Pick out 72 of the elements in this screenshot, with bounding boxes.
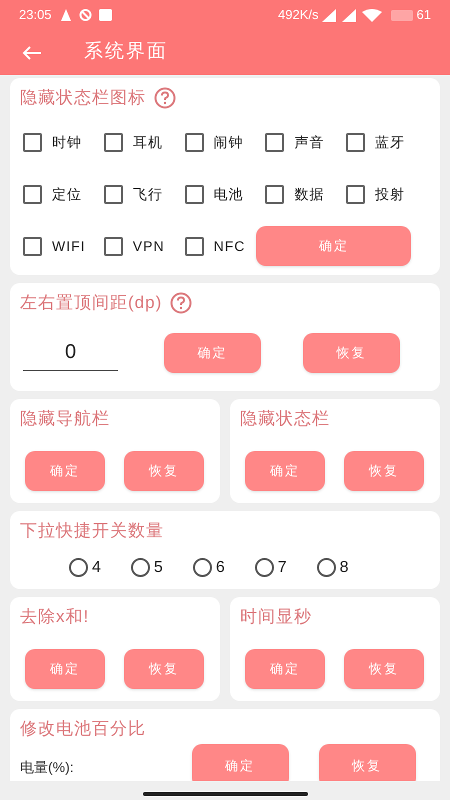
radio-button[interactable] [69,558,88,577]
section-title: 隐藏导航栏 [20,408,110,430]
radio-button[interactable] [130,558,150,577]
checkbox[interactable] [23,236,42,256]
checkbox-label: 定位 [52,184,82,204]
checkbox-label: VPN [132,236,165,256]
section-title: 时间显秒 [240,606,312,628]
number-field[interactable]: 0 [23,335,118,371]
radio-button[interactable] [192,558,212,577]
checkbox-label: 电池 [214,184,244,204]
triangle-icon [60,8,72,22]
checkbox[interactable] [184,132,204,152]
checkbox-label: 声音 [294,132,324,152]
checkbox-label: 时钟 [52,132,82,152]
checkbox-label: 投射 [375,184,406,204]
confirm-button[interactable]: 确定 [25,451,105,491]
confirm-button[interactable]: 确定 [245,649,325,689]
battery-icon [390,10,413,20]
help-icon[interactable] [170,292,192,314]
checkbox[interactable] [23,132,42,152]
confirm-button[interactable]: 恢复 [344,451,424,491]
checkbox[interactable] [104,184,123,204]
checkbox[interactable] [346,132,366,152]
confirm-button[interactable]: 确定 [192,744,289,781]
app-notification-icon [98,8,112,22]
field-label: 电量(%): [20,758,74,777]
radio-label: 5 [154,558,163,578]
network-speed: 492K/s [278,6,319,24]
confirm-button[interactable]: 恢复 [124,451,204,491]
checkbox-label: 耳机 [132,132,163,152]
signal-icon [322,8,384,22]
help-icon[interactable] [154,87,176,109]
screen-title: 系统界面 [84,40,168,64]
radio-label: 4 [92,558,101,578]
checkbox[interactable] [265,184,284,204]
confirm-button[interactable]: 确定 [25,649,105,689]
home-indicator[interactable] [142,792,308,796]
radio-button[interactable] [254,558,274,577]
checkbox[interactable] [346,184,366,204]
blocked-icon [78,8,92,22]
section-title: 去除x和! [20,606,90,628]
confirm-button[interactable]: 恢复 [344,649,424,689]
status-time: 23:05 [19,6,52,24]
radio-button[interactable] [316,558,336,577]
radio-label: 8 [340,558,349,578]
checkbox-label: WIFI [52,236,86,256]
checkbox-label: 闹钟 [214,132,244,152]
section-title: 隐藏状态栏 [240,408,330,430]
confirm-button[interactable]: 确定 [256,226,412,266]
checkbox-label: NFC [214,236,246,256]
confirm-button[interactable]: 恢复 [303,333,400,373]
checkbox[interactable] [184,184,204,204]
confirm-button[interactable]: 确定 [245,451,325,491]
radio-label: 7 [278,558,287,578]
checkbox-label: 数据 [294,184,324,204]
section-title: 修改电池百分比 [20,718,146,740]
checkbox-label: 蓝牙 [375,132,406,152]
confirm-button[interactable]: 确定 [164,333,261,373]
section-title: 左右置顶间距(dp) [20,292,162,314]
checkbox[interactable] [104,236,123,256]
battery-level: 61 [416,6,431,24]
section-title: 下拉快捷开关数量 [20,520,164,542]
checkbox[interactable] [104,132,123,152]
confirm-button[interactable]: 恢复 [318,744,416,781]
checkbox[interactable] [265,132,284,152]
checkbox-label: 飞行 [132,184,163,204]
confirm-button[interactable]: 恢复 [124,649,204,689]
section-title: 隐藏状态栏图标 [20,87,146,110]
radio-label: 6 [216,558,225,578]
checkbox[interactable] [184,236,204,256]
checkbox[interactable] [23,184,42,204]
back-icon[interactable] [22,44,42,60]
